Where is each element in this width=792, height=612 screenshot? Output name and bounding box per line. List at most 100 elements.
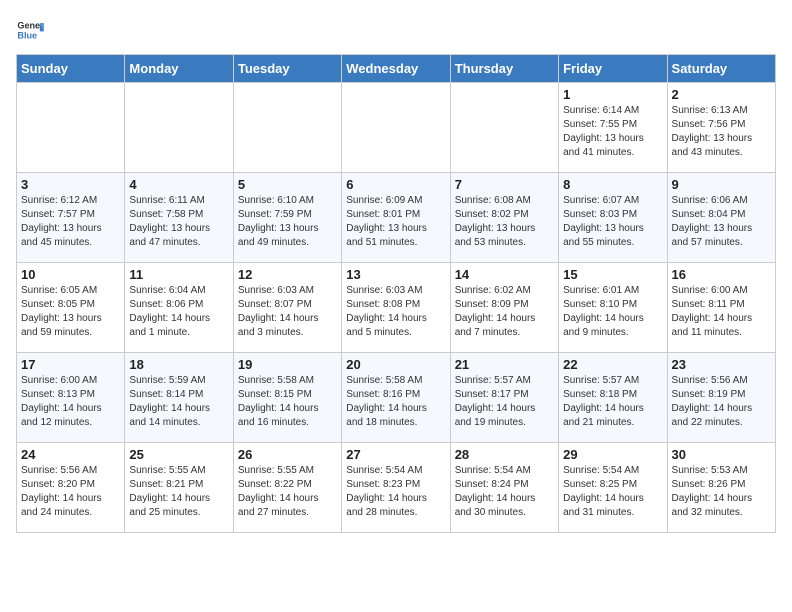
day-number: 14 bbox=[455, 267, 554, 282]
day-info: Sunrise: 6:12 AM Sunset: 7:57 PM Dayligh… bbox=[21, 194, 120, 250]
day-info: Sunrise: 6:07 AM Sunset: 8:03 PM Dayligh… bbox=[563, 194, 662, 250]
day-info: Sunrise: 5:57 AM Sunset: 8:17 PM Dayligh… bbox=[455, 374, 554, 430]
day-number: 29 bbox=[563, 447, 662, 462]
day-number: 17 bbox=[21, 357, 120, 372]
week-row-4: 17 Sunrise: 6:00 AM Sunset: 8:13 PM Dayli… bbox=[17, 353, 776, 443]
day-info: Sunrise: 5:54 AM Sunset: 8:24 PM Dayligh… bbox=[455, 464, 554, 520]
day-cell: 14 Sunrise: 6:02 AM Sunset: 8:09 PM Dayli… bbox=[450, 263, 558, 353]
day-cell: 1 Sunrise: 6:14 AM Sunset: 7:55 PM Daylig… bbox=[559, 83, 667, 173]
calendar: SundayMondayTuesdayWednesdayThursdayFrid… bbox=[16, 54, 776, 533]
day-cell bbox=[342, 83, 450, 173]
day-number: 12 bbox=[238, 267, 337, 282]
day-cell: 10Sunrise: 6:05 AM Sunset: 8:05 PM Dayli… bbox=[17, 263, 125, 353]
day-number: 5 bbox=[238, 177, 337, 192]
day-info: Sunrise: 6:11 AM Sunset: 7:58 PM Dayligh… bbox=[129, 194, 228, 250]
day-cell: 18Sunrise: 5:59 AM Sunset: 8:14 PM Dayli… bbox=[125, 353, 233, 443]
day-info: Sunrise: 6:00 AM Sunset: 8:11 PM Dayligh… bbox=[672, 284, 771, 340]
day-number: 19 bbox=[238, 357, 337, 372]
day-number: 4 bbox=[129, 177, 228, 192]
day-cell: 23 Sunrise: 5:56 AM Sunset: 8:19 PM Dayli… bbox=[667, 353, 775, 443]
day-cell: 25 Sunrise: 5:55 AM Sunset: 8:21 PM Dayli… bbox=[125, 443, 233, 533]
day-number: 6 bbox=[346, 177, 445, 192]
day-number: 24 bbox=[21, 447, 120, 462]
day-cell: 4 Sunrise: 6:11 AM Sunset: 7:58 PM Daylig… bbox=[125, 173, 233, 263]
day-info: Sunrise: 5:57 AM Sunset: 8:18 PM Dayligh… bbox=[563, 374, 662, 430]
day-number: 21 bbox=[455, 357, 554, 372]
day-number: 27 bbox=[346, 447, 445, 462]
day-cell: 3 Sunrise: 6:12 AM Sunset: 7:57 PM Daylig… bbox=[17, 173, 125, 263]
day-cell: 22 Sunrise: 5:57 AM Sunset: 8:18 PM Dayli… bbox=[559, 353, 667, 443]
day-info: Sunrise: 5:54 AM Sunset: 8:25 PM Dayligh… bbox=[563, 464, 662, 520]
day-info: Sunrise: 5:55 AM Sunset: 8:22 PM Dayligh… bbox=[238, 464, 337, 520]
logo-icon: General Blue bbox=[16, 16, 44, 44]
day-number: 3 bbox=[21, 177, 120, 192]
weekday-header-row: SundayMondayTuesdayWednesdayThursdayFrid… bbox=[17, 55, 776, 83]
day-cell bbox=[233, 83, 341, 173]
day-number: 15 bbox=[563, 267, 662, 282]
day-cell bbox=[450, 83, 558, 173]
day-number: 1 bbox=[563, 87, 662, 102]
day-number: 13 bbox=[346, 267, 445, 282]
day-info: Sunrise: 6:03 AM Sunset: 8:08 PM Dayligh… bbox=[346, 284, 445, 340]
day-cell: 9Sunrise: 6:06 AM Sunset: 8:04 PM Daylig… bbox=[667, 173, 775, 263]
day-info: Sunrise: 6:06 AM Sunset: 8:04 PM Dayligh… bbox=[672, 194, 771, 250]
day-number: 26 bbox=[238, 447, 337, 462]
day-info: Sunrise: 6:04 AM Sunset: 8:06 PM Dayligh… bbox=[129, 284, 228, 340]
week-row-2: 3 Sunrise: 6:12 AM Sunset: 7:57 PM Daylig… bbox=[17, 173, 776, 263]
day-cell bbox=[17, 83, 125, 173]
day-info: Sunrise: 5:56 AM Sunset: 8:20 PM Dayligh… bbox=[21, 464, 120, 520]
header: General Blue bbox=[16, 16, 776, 44]
day-info: Sunrise: 6:02 AM Sunset: 8:09 PM Dayligh… bbox=[455, 284, 554, 340]
day-info: Sunrise: 6:09 AM Sunset: 8:01 PM Dayligh… bbox=[346, 194, 445, 250]
day-cell: 16 Sunrise: 6:00 AM Sunset: 8:11 PM Dayli… bbox=[667, 263, 775, 353]
weekday-header-friday: Friday bbox=[559, 55, 667, 83]
day-number: 28 bbox=[455, 447, 554, 462]
day-number: 11 bbox=[129, 267, 228, 282]
day-cell: 30 Sunrise: 5:53 AM Sunset: 8:26 PM Dayli… bbox=[667, 443, 775, 533]
day-info: Sunrise: 6:14 AM Sunset: 7:55 PM Dayligh… bbox=[563, 104, 662, 160]
day-info: Sunrise: 5:56 AM Sunset: 8:19 PM Dayligh… bbox=[672, 374, 771, 430]
day-info: Sunrise: 6:08 AM Sunset: 8:02 PM Dayligh… bbox=[455, 194, 554, 250]
day-info: Sunrise: 5:58 AM Sunset: 8:16 PM Dayligh… bbox=[346, 374, 445, 430]
day-number: 25 bbox=[129, 447, 228, 462]
day-number: 16 bbox=[672, 267, 771, 282]
day-cell: 26 Sunrise: 5:55 AM Sunset: 8:22 PM Dayli… bbox=[233, 443, 341, 533]
day-number: 8 bbox=[563, 177, 662, 192]
day-number: 10 bbox=[21, 267, 120, 282]
day-cell: 28 Sunrise: 5:54 AM Sunset: 8:24 PM Dayli… bbox=[450, 443, 558, 533]
day-cell: 5Sunrise: 6:10 AM Sunset: 7:59 PM Daylig… bbox=[233, 173, 341, 263]
day-number: 22 bbox=[563, 357, 662, 372]
week-row-5: 24 Sunrise: 5:56 AM Sunset: 8:20 PM Dayli… bbox=[17, 443, 776, 533]
day-cell: 11 Sunrise: 6:04 AM Sunset: 8:06 PM Dayli… bbox=[125, 263, 233, 353]
day-cell: 6 Sunrise: 6:09 AM Sunset: 8:01 PM Daylig… bbox=[342, 173, 450, 263]
day-cell bbox=[125, 83, 233, 173]
logo: General Blue bbox=[16, 16, 44, 44]
day-cell: 17 Sunrise: 6:00 AM Sunset: 8:13 PM Dayli… bbox=[17, 353, 125, 443]
day-number: 23 bbox=[672, 357, 771, 372]
day-cell: 24 Sunrise: 5:56 AM Sunset: 8:20 PM Dayli… bbox=[17, 443, 125, 533]
day-cell: 20 Sunrise: 5:58 AM Sunset: 8:16 PM Dayli… bbox=[342, 353, 450, 443]
day-cell: 19 Sunrise: 5:58 AM Sunset: 8:15 PM Dayli… bbox=[233, 353, 341, 443]
day-cell: 27 Sunrise: 5:54 AM Sunset: 8:23 PM Dayli… bbox=[342, 443, 450, 533]
day-number: 2 bbox=[672, 87, 771, 102]
week-row-3: 10Sunrise: 6:05 AM Sunset: 8:05 PM Dayli… bbox=[17, 263, 776, 353]
day-info: Sunrise: 5:55 AM Sunset: 8:21 PM Dayligh… bbox=[129, 464, 228, 520]
weekday-header-monday: Monday bbox=[125, 55, 233, 83]
weekday-header-saturday: Saturday bbox=[667, 55, 775, 83]
weekday-header-wednesday: Wednesday bbox=[342, 55, 450, 83]
day-cell: 7Sunrise: 6:08 AM Sunset: 8:02 PM Daylig… bbox=[450, 173, 558, 263]
day-number: 30 bbox=[672, 447, 771, 462]
day-cell: 13 Sunrise: 6:03 AM Sunset: 8:08 PM Dayli… bbox=[342, 263, 450, 353]
day-cell: 8 Sunrise: 6:07 AM Sunset: 8:03 PM Daylig… bbox=[559, 173, 667, 263]
svg-text:Blue: Blue bbox=[17, 30, 37, 40]
day-number: 20 bbox=[346, 357, 445, 372]
day-info: Sunrise: 5:53 AM Sunset: 8:26 PM Dayligh… bbox=[672, 464, 771, 520]
day-info: Sunrise: 6:00 AM Sunset: 8:13 PM Dayligh… bbox=[21, 374, 120, 430]
day-cell: 21 Sunrise: 5:57 AM Sunset: 8:17 PM Dayli… bbox=[450, 353, 558, 443]
day-info: Sunrise: 5:58 AM Sunset: 8:15 PM Dayligh… bbox=[238, 374, 337, 430]
day-cell: 2Sunrise: 6:13 AM Sunset: 7:56 PM Daylig… bbox=[667, 83, 775, 173]
day-number: 18 bbox=[129, 357, 228, 372]
day-cell: 12Sunrise: 6:03 AM Sunset: 8:07 PM Dayli… bbox=[233, 263, 341, 353]
day-cell: 29 Sunrise: 5:54 AM Sunset: 8:25 PM Dayli… bbox=[559, 443, 667, 533]
day-info: Sunrise: 5:54 AM Sunset: 8:23 PM Dayligh… bbox=[346, 464, 445, 520]
